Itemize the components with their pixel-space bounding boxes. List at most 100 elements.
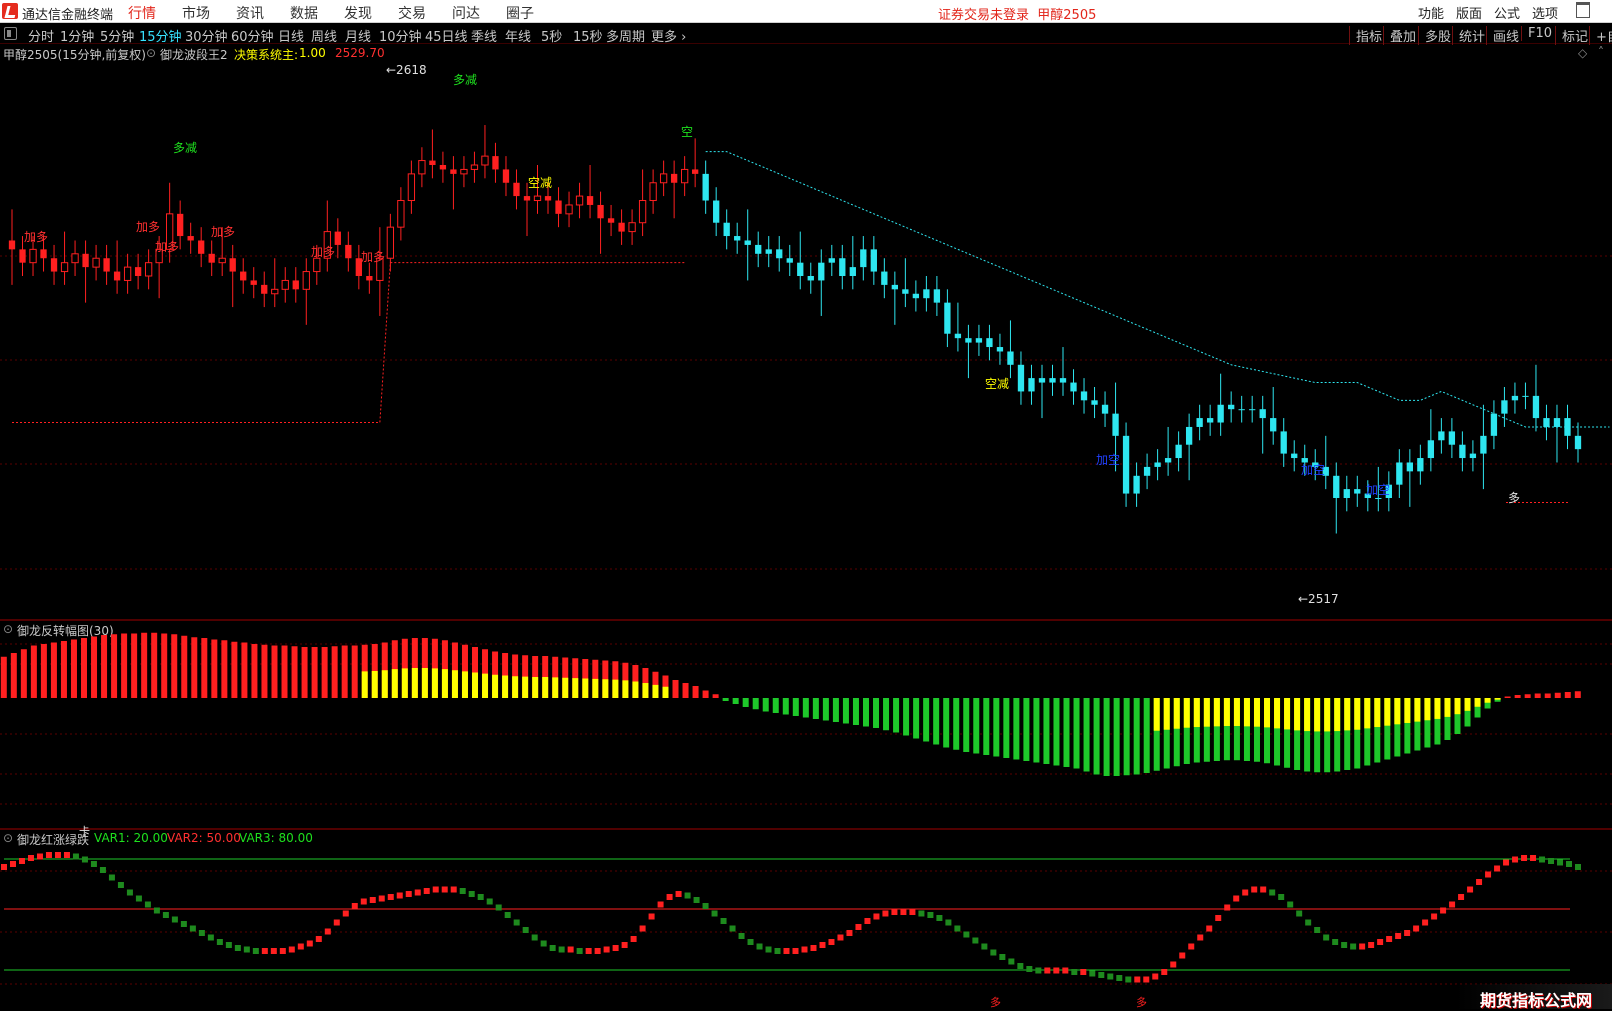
period-tab-active[interactable]: 15分钟	[139, 26, 182, 45]
candle-body	[71, 253, 79, 264]
period-tab[interactable]: 30分钟	[185, 26, 228, 45]
osc-dot	[981, 943, 988, 950]
menu-tab-trade[interactable]: 交易	[398, 3, 426, 23]
osc-dot	[1233, 895, 1240, 902]
period-tab[interactable]: 年线	[505, 26, 531, 45]
period-tab[interactable]: 分时	[28, 26, 54, 45]
period-tab[interactable]: 5秒	[541, 26, 562, 45]
low-label: ←2517	[1298, 592, 1339, 606]
period-tab[interactable]: 日线	[278, 26, 304, 45]
tool-f10[interactable]: F10	[1521, 26, 1552, 41]
menu-formula[interactable]: 公式	[1494, 3, 1520, 22]
osc-dot	[693, 897, 700, 903]
osc-dot	[774, 948, 781, 954]
amp-bar-yellow	[1364, 698, 1371, 729]
period-tab[interactable]: 10分钟	[379, 26, 422, 45]
window-minimize-icon[interactable]	[1576, 2, 1590, 18]
login-status[interactable]: 证券交易未登录 甲醇2505	[938, 4, 1096, 23]
period-tab[interactable]: 1分钟	[60, 26, 94, 45]
amp-bar-yellow	[1274, 698, 1281, 729]
candle-body	[713, 200, 720, 223]
period-tab-more[interactable]: 更多 ›	[651, 26, 686, 45]
menu-tab-ask[interactable]: 问达	[452, 3, 480, 23]
menu-layout[interactable]: 版面	[1456, 3, 1482, 22]
candle-body	[965, 338, 972, 343]
osc-dot	[1125, 976, 1132, 983]
period-tab[interactable]: 多周期	[606, 26, 645, 45]
menu-tab-discover[interactable]: 发现	[344, 3, 372, 23]
menu-tab-market[interactable]: 市场	[182, 3, 210, 23]
osc-dot	[837, 934, 844, 941]
osc-dot	[1512, 856, 1519, 863]
candle-body	[1469, 453, 1477, 459]
tool-custom[interactable]: +自	[1589, 26, 1612, 45]
osc-dot	[351, 903, 358, 909]
candle-body	[1017, 364, 1025, 392]
osc-dot	[540, 940, 547, 947]
short-stop-line	[705, 151, 1610, 428]
osc-dot	[1296, 910, 1303, 917]
period-tab[interactable]: 5分钟	[100, 26, 134, 45]
osc-dot	[477, 894, 484, 900]
period-tab[interactable]: 季线	[471, 26, 497, 45]
menu-tab-data[interactable]: 数据	[290, 3, 318, 23]
amp-bar-red	[1574, 691, 1581, 698]
candle-body	[1270, 418, 1277, 432]
candle-body	[786, 258, 793, 263]
candle-body	[397, 200, 405, 228]
amp-bar-red	[121, 633, 128, 698]
candle-body	[1532, 395, 1540, 419]
amp-bar-red	[91, 636, 98, 698]
menu-tab-circle[interactable]: 圈子	[506, 3, 534, 23]
period-tab[interactable]: 周线	[311, 26, 337, 45]
candle-body	[702, 173, 709, 201]
amp-bar-green	[802, 698, 809, 718]
osc-dot	[333, 919, 340, 926]
amp-bar-yellow	[602, 679, 609, 698]
candle-body	[1133, 475, 1140, 494]
tool-stats[interactable]: 统计	[1452, 26, 1485, 45]
amp-bar-red	[30, 645, 37, 698]
period-tab[interactable]: 45日线	[425, 26, 468, 45]
candle-body	[912, 293, 920, 299]
osc-dot	[45, 852, 52, 858]
signal-label: 加多	[155, 240, 179, 254]
candle-body	[1438, 431, 1445, 441]
osc-dot	[1404, 930, 1411, 936]
tool-overlay[interactable]: 叠加	[1383, 26, 1416, 45]
period-tab[interactable]: 15秒	[573, 26, 603, 45]
period-tab[interactable]: 月线	[345, 26, 371, 45]
amp-bar-green	[832, 698, 839, 722]
tool-mark[interactable]: 标记	[1555, 26, 1588, 45]
candle-body	[659, 173, 668, 184]
candle-body	[1185, 426, 1193, 445]
menu-tab-quotes[interactable]: 行情	[128, 3, 156, 23]
period-tab[interactable]: 60分钟	[231, 26, 274, 45]
menu-tab-news[interactable]: 资讯	[236, 3, 264, 23]
osc-dot	[225, 942, 232, 948]
amp-bar-red	[81, 638, 88, 698]
osc-dot	[63, 852, 70, 858]
tool-multistock[interactable]: 多股	[1418, 26, 1451, 45]
amp-bar-green	[812, 698, 819, 719]
candle-body	[1501, 400, 1508, 414]
candle-body	[1417, 458, 1424, 472]
osc-dot	[666, 894, 673, 900]
candle-body	[82, 253, 89, 268]
amp-bar-red	[301, 647, 308, 698]
amp-bar-green	[742, 698, 749, 707]
tool-indicator[interactable]: 指标	[1349, 26, 1382, 45]
tool-draw[interactable]: 画线	[1486, 26, 1519, 45]
osc-dot	[558, 946, 565, 953]
osc-dot	[1359, 943, 1366, 950]
osc-dot	[576, 948, 583, 954]
amp-bar-red	[321, 647, 328, 698]
candle-body	[50, 258, 58, 272]
osc-dot	[1323, 934, 1330, 941]
menu-options[interactable]: 选项	[1532, 3, 1558, 22]
osc-dot	[1035, 967, 1042, 974]
menu-function[interactable]: 功能	[1418, 3, 1444, 22]
amp-bar-red	[712, 694, 719, 698]
panel-toggle-icon[interactable]	[4, 27, 17, 40]
chart-area[interactable]: 加多加多加多加多加多 加多多减多减空减空空减加空加空加空多←2618←2517卡多…	[0, 44, 1612, 1009]
